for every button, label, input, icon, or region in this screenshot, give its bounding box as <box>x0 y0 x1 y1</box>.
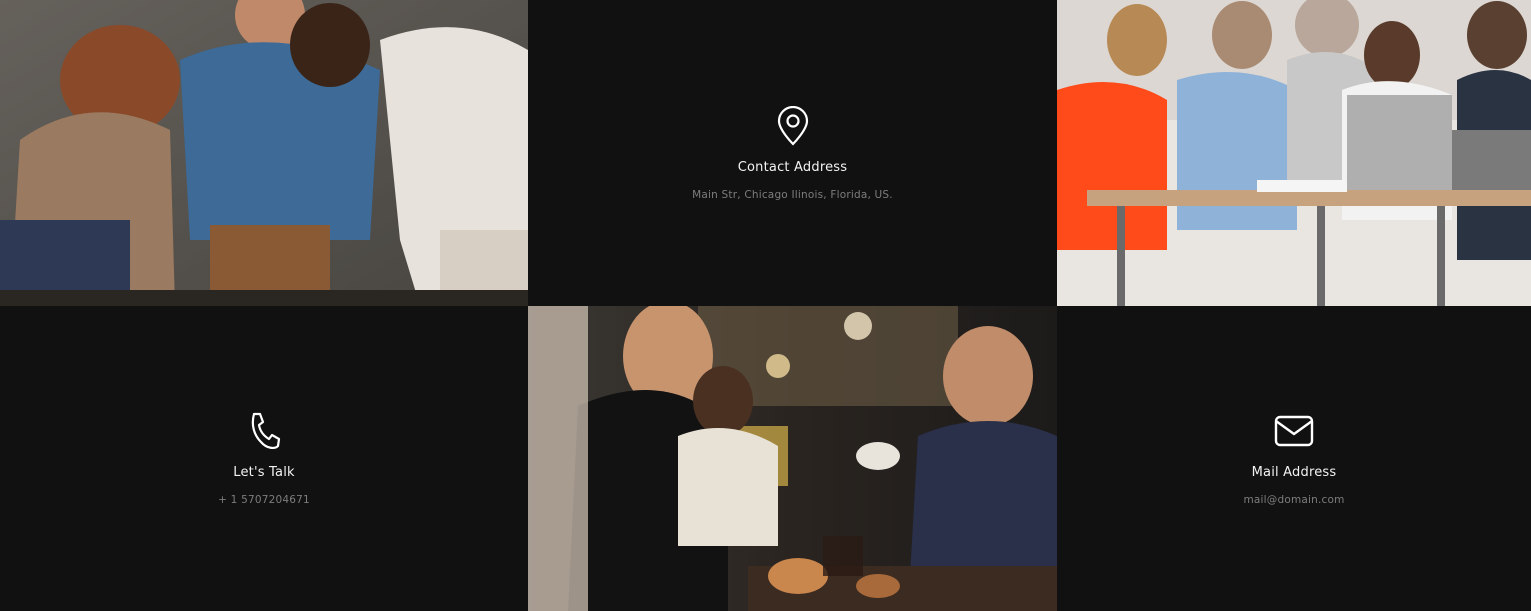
team-photo-center <box>528 306 1057 611</box>
meeting-photo-image <box>1057 0 1531 306</box>
mail-address-title: Mail Address <box>1251 465 1337 480</box>
cafe-photo-image <box>528 306 1057 611</box>
phone-number[interactable]: + 1 5707204671 <box>218 494 310 506</box>
contact-address-title: Contact Address <box>737 159 848 175</box>
mail-icon <box>1274 411 1314 451</box>
team-photo-top-right <box>1057 0 1531 306</box>
mail-address-card: Mail Address mail@domain.com <box>1057 306 1531 611</box>
contact-address-text: Main Str, Chicago Ilinois, Florida, US. <box>692 188 893 201</box>
contact-address-card: Contact Address Main Str, Chicago Ilinoi… <box>528 0 1057 306</box>
lets-talk-card: Let's Talk + 1 5707204671 <box>0 306 528 611</box>
team-photo-image <box>0 0 528 306</box>
team-photo-top-left <box>0 0 528 306</box>
lets-talk-title: Let's Talk <box>233 465 295 480</box>
map-pin-icon <box>773 105 813 146</box>
phone-icon <box>244 411 284 451</box>
contact-grid: Contact Address Main Str, Chicago Ilinoi… <box>0 0 1531 611</box>
mail-address-link[interactable]: mail@domain.com <box>1243 494 1344 506</box>
